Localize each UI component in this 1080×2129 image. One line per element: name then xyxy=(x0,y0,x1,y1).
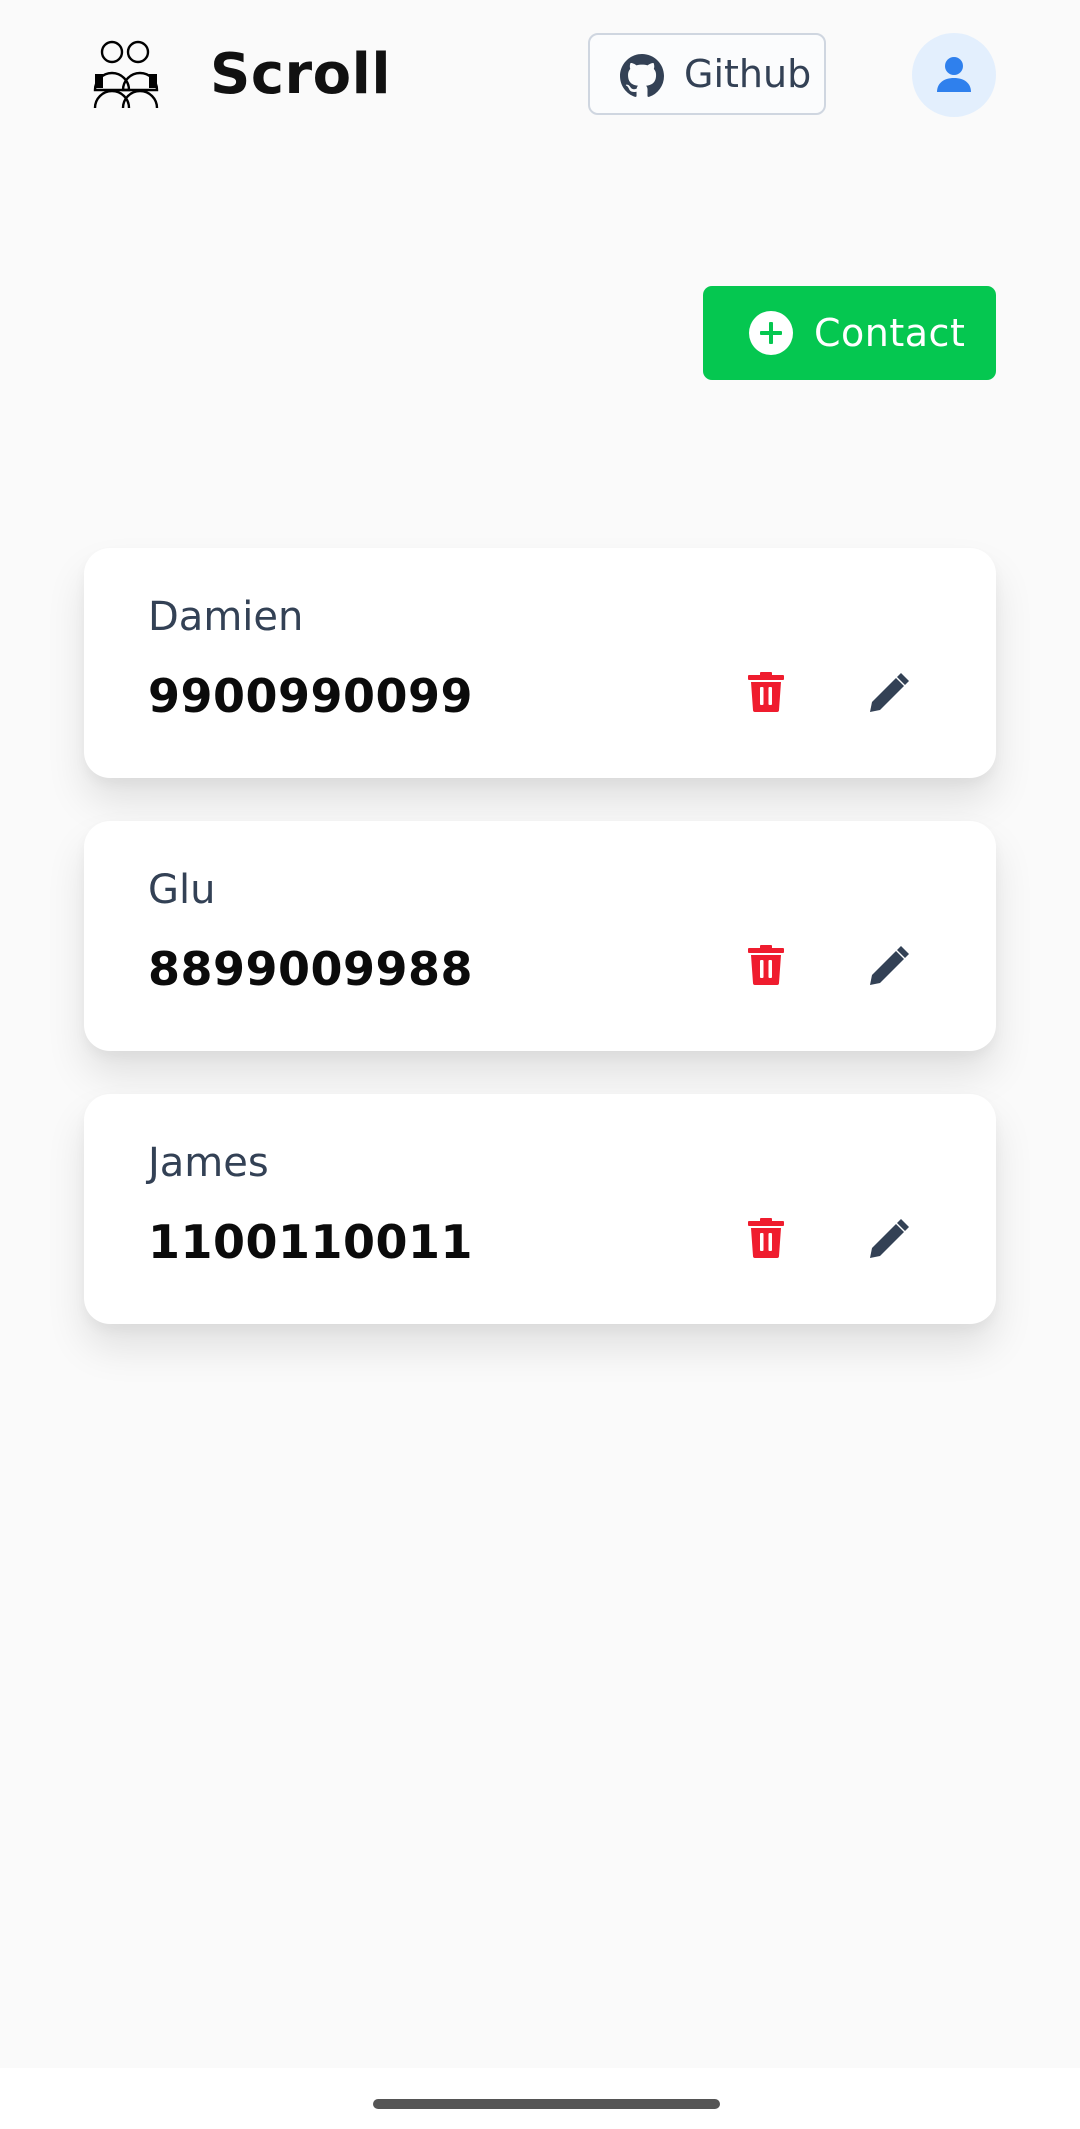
app-title: Scroll xyxy=(210,42,392,107)
people-group-icon xyxy=(93,40,159,109)
pencil-icon[interactable] xyxy=(868,672,910,714)
contact-name: Damien xyxy=(148,594,304,640)
contact-card: James 1100110011 xyxy=(84,1094,996,1324)
github-icon xyxy=(620,54,664,97)
contact-card: Glu 8899009988 xyxy=(84,821,996,1051)
trash-icon[interactable] xyxy=(746,672,786,712)
contact-name: James xyxy=(148,1140,269,1186)
plus-circle-icon xyxy=(749,311,793,355)
pencil-icon[interactable] xyxy=(868,1218,910,1260)
github-label: Github xyxy=(684,52,812,96)
home-indicator[interactable] xyxy=(373,2099,720,2109)
avatar[interactable] xyxy=(912,33,996,117)
app-header: Scroll Github xyxy=(0,0,1080,150)
contact-name: Glu xyxy=(148,867,216,913)
add-contact-button[interactable]: Contact xyxy=(703,286,996,380)
github-button[interactable]: Github xyxy=(588,33,826,115)
add-contact-label: Contact xyxy=(814,311,966,355)
trash-icon[interactable] xyxy=(746,945,786,985)
user-icon xyxy=(937,57,971,92)
contact-phone: 9900990099 xyxy=(148,669,474,723)
contact-card: Damien 9900990099 xyxy=(84,548,996,778)
trash-icon[interactable] xyxy=(746,1218,786,1258)
system-nav-bar xyxy=(0,2068,1080,2129)
pencil-icon[interactable] xyxy=(868,945,910,987)
contact-phone: 1100110011 xyxy=(148,1215,474,1269)
contact-phone: 8899009988 xyxy=(148,942,474,996)
